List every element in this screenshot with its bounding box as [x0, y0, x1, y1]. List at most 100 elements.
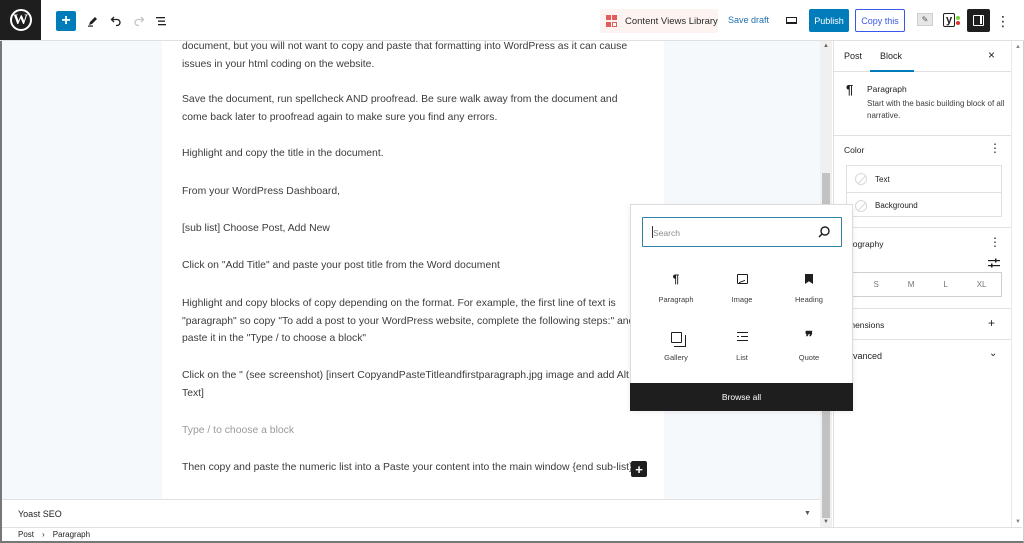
save-draft-button[interactable]: Save draft	[728, 15, 769, 25]
scroll-down-icon[interactable]: ▼	[823, 519, 829, 525]
paragraph-block[interactable]: From your WordPress Dashboard,	[182, 183, 642, 201]
pencil-icon	[88, 17, 97, 27]
typography-panel-title: pography	[848, 239, 884, 249]
sidebar-tabs: Post Block ×	[834, 41, 1011, 72]
color-swatch-icon	[855, 199, 867, 212]
content-views-icon	[606, 15, 618, 27]
search-placeholder: Search	[653, 228, 680, 238]
plus-icon[interactable]: +	[988, 316, 995, 330]
size-option-m[interactable]: M	[908, 280, 915, 289]
block-breadcrumb: Post › Paragraph	[2, 527, 1022, 541]
block-search-input[interactable]: Search	[642, 217, 842, 247]
paragraph-block[interactable]: document, but you will not want to copy …	[182, 41, 642, 73]
block-option-gallery[interactable]: Gallery	[639, 327, 713, 377]
empty-block-placeholder[interactable]: Type / to choose a block	[182, 422, 642, 440]
paragraph-block[interactable]: Highlight and copy blocks of copy depend…	[182, 295, 652, 348]
block-label: List	[736, 353, 748, 362]
post-content: document, but you will not want to copy …	[162, 41, 664, 499]
yoast-seo-button[interactable]: y	[943, 11, 963, 29]
block-option-heading[interactable]: Heading	[772, 269, 846, 319]
document-overview-button[interactable]	[151, 11, 171, 31]
dimensions-panel-title[interactable]: mensions	[848, 320, 884, 330]
yoast-score-icon	[956, 15, 961, 25]
color-panel-title: Color	[844, 145, 865, 155]
block-label: Gallery	[664, 353, 688, 362]
breadcrumb-item-paragraph[interactable]: Paragraph	[53, 530, 90, 539]
panel-toggle-icon[interactable]: ▼	[804, 510, 811, 517]
tools-button[interactable]	[83, 11, 103, 31]
browse-all-button[interactable]: Browse all	[630, 383, 853, 411]
wordpress-logo-button[interactable]: W	[0, 0, 41, 40]
settings-sidebar: Post Block × ¶ Paragraph Start with the …	[833, 41, 1011, 527]
paragraph-icon: ¶	[672, 272, 680, 286]
block-description: Start with the basic building block of a…	[867, 99, 1005, 120]
undo-icon	[110, 16, 121, 27]
quick-inserter-popover: Search ¶ Paragraph Image Heading Gallery	[630, 204, 853, 411]
block-label: Heading	[795, 295, 823, 304]
paragraph-block[interactable]: Click on the " (see screenshot) [insert …	[182, 367, 652, 402]
block-label: Quote	[798, 353, 820, 362]
block-label: Image	[731, 295, 753, 304]
paragraph-block[interactable]: Highlight and copy the title in the docu…	[182, 145, 642, 163]
custom-size-toggle[interactable]	[988, 255, 1000, 273]
block-option-image[interactable]: Image	[705, 269, 779, 319]
block-label: Paragraph	[658, 295, 694, 304]
undo-button[interactable]	[106, 11, 126, 31]
redo-icon	[134, 16, 145, 27]
size-option-xl[interactable]: XL	[977, 280, 987, 289]
preview-button[interactable]	[784, 13, 798, 27]
paragraph-block[interactable]: Click on "Add Title" and paste your post…	[182, 257, 642, 275]
yoast-seo-label: Yoast SEO	[18, 509, 62, 519]
image-icon	[736, 274, 748, 284]
content-views-library-button[interactable]: Content Views Library	[600, 9, 718, 33]
block-card: ¶ Paragraph Start with the basic buildin…	[834, 72, 1011, 136]
divider	[834, 308, 1011, 309]
block-inserter-toggle[interactable]: +	[56, 11, 76, 31]
block-option-quote[interactable]: ❞ Quote	[772, 327, 846, 377]
content-views-label: Content Views Library	[625, 15, 718, 27]
paragraph-icon: ¶	[846, 82, 854, 97]
paragraph-block[interactable]: [sub list] Choose Post, Add New	[182, 220, 642, 238]
color-background-option[interactable]: Background	[847, 192, 1001, 218]
sliders-icon	[988, 258, 1000, 268]
scroll-up-icon[interactable]: ▲	[1015, 44, 1021, 50]
redo-button[interactable]	[129, 11, 149, 31]
edit-pencil-icon: ✎	[921, 15, 929, 24]
sidebar-scrollbar[interactable]: ▲ ▼	[1011, 41, 1022, 527]
yoast-logo-icon: y	[943, 13, 956, 27]
color-text-option[interactable]: Text	[847, 166, 1001, 192]
yoast-seo-panel[interactable]: Yoast SEO ▼	[2, 499, 820, 527]
advanced-panel-title[interactable]: dvanced	[848, 351, 882, 361]
edit-plugin-button[interactable]: ✎	[917, 13, 933, 26]
breadcrumb-item-post[interactable]: Post	[18, 530, 34, 539]
block-option-list[interactable]: List	[705, 327, 779, 377]
block-option-paragraph[interactable]: ¶ Paragraph	[639, 269, 713, 319]
tab-block[interactable]: Block	[869, 51, 915, 72]
color-options-icon[interactable]: ⋮	[989, 141, 1001, 155]
editor-header: W + Content Views Library Save draft Pub…	[0, 0, 1024, 41]
block-title: Paragraph	[867, 84, 907, 94]
divider	[834, 227, 1011, 228]
close-sidebar-button[interactable]: ×	[988, 48, 995, 62]
paragraph-block[interactable]: Then copy and paste the numeric list int…	[182, 459, 642, 477]
color-swatch-icon	[855, 173, 867, 185]
typography-options-icon[interactable]: ⋮	[989, 235, 1001, 249]
scroll-up-icon[interactable]: ▲	[823, 43, 829, 49]
divider	[834, 339, 1011, 340]
paragraph-block[interactable]: Save the document, run spellcheck AND pr…	[182, 91, 642, 126]
size-option-s[interactable]: S	[873, 280, 878, 289]
chevron-down-icon[interactable]: ⌄	[989, 348, 997, 359]
list-icon	[736, 332, 748, 342]
quote-icon: ❞	[804, 329, 814, 346]
desktop-preview-icon	[785, 16, 797, 24]
tab-post[interactable]: Post	[844, 51, 862, 61]
publish-button[interactable]: Publish	[809, 9, 849, 32]
color-text-label: Text	[875, 174, 890, 184]
settings-sidebar-toggle[interactable]	[967, 9, 990, 32]
size-option-l[interactable]: L	[943, 280, 947, 289]
font-size-picker: S M L XL	[846, 272, 1002, 297]
scroll-down-icon[interactable]: ▼	[1015, 519, 1021, 525]
copy-this-button[interactable]: Copy this	[855, 9, 905, 32]
options-menu-button[interactable]: ⋮	[996, 11, 1010, 31]
add-block-button[interactable]: +	[631, 461, 647, 477]
